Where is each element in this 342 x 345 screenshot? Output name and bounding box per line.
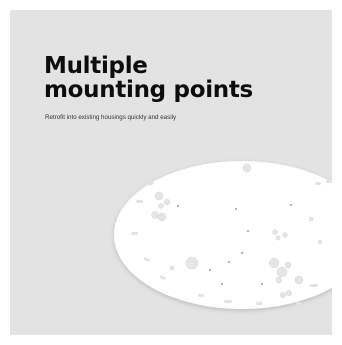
product-feature-card: Multiple mounting points Retrofit into e… [10,10,332,335]
mounting-plate-image [114,161,332,309]
plate-disc [114,161,332,309]
